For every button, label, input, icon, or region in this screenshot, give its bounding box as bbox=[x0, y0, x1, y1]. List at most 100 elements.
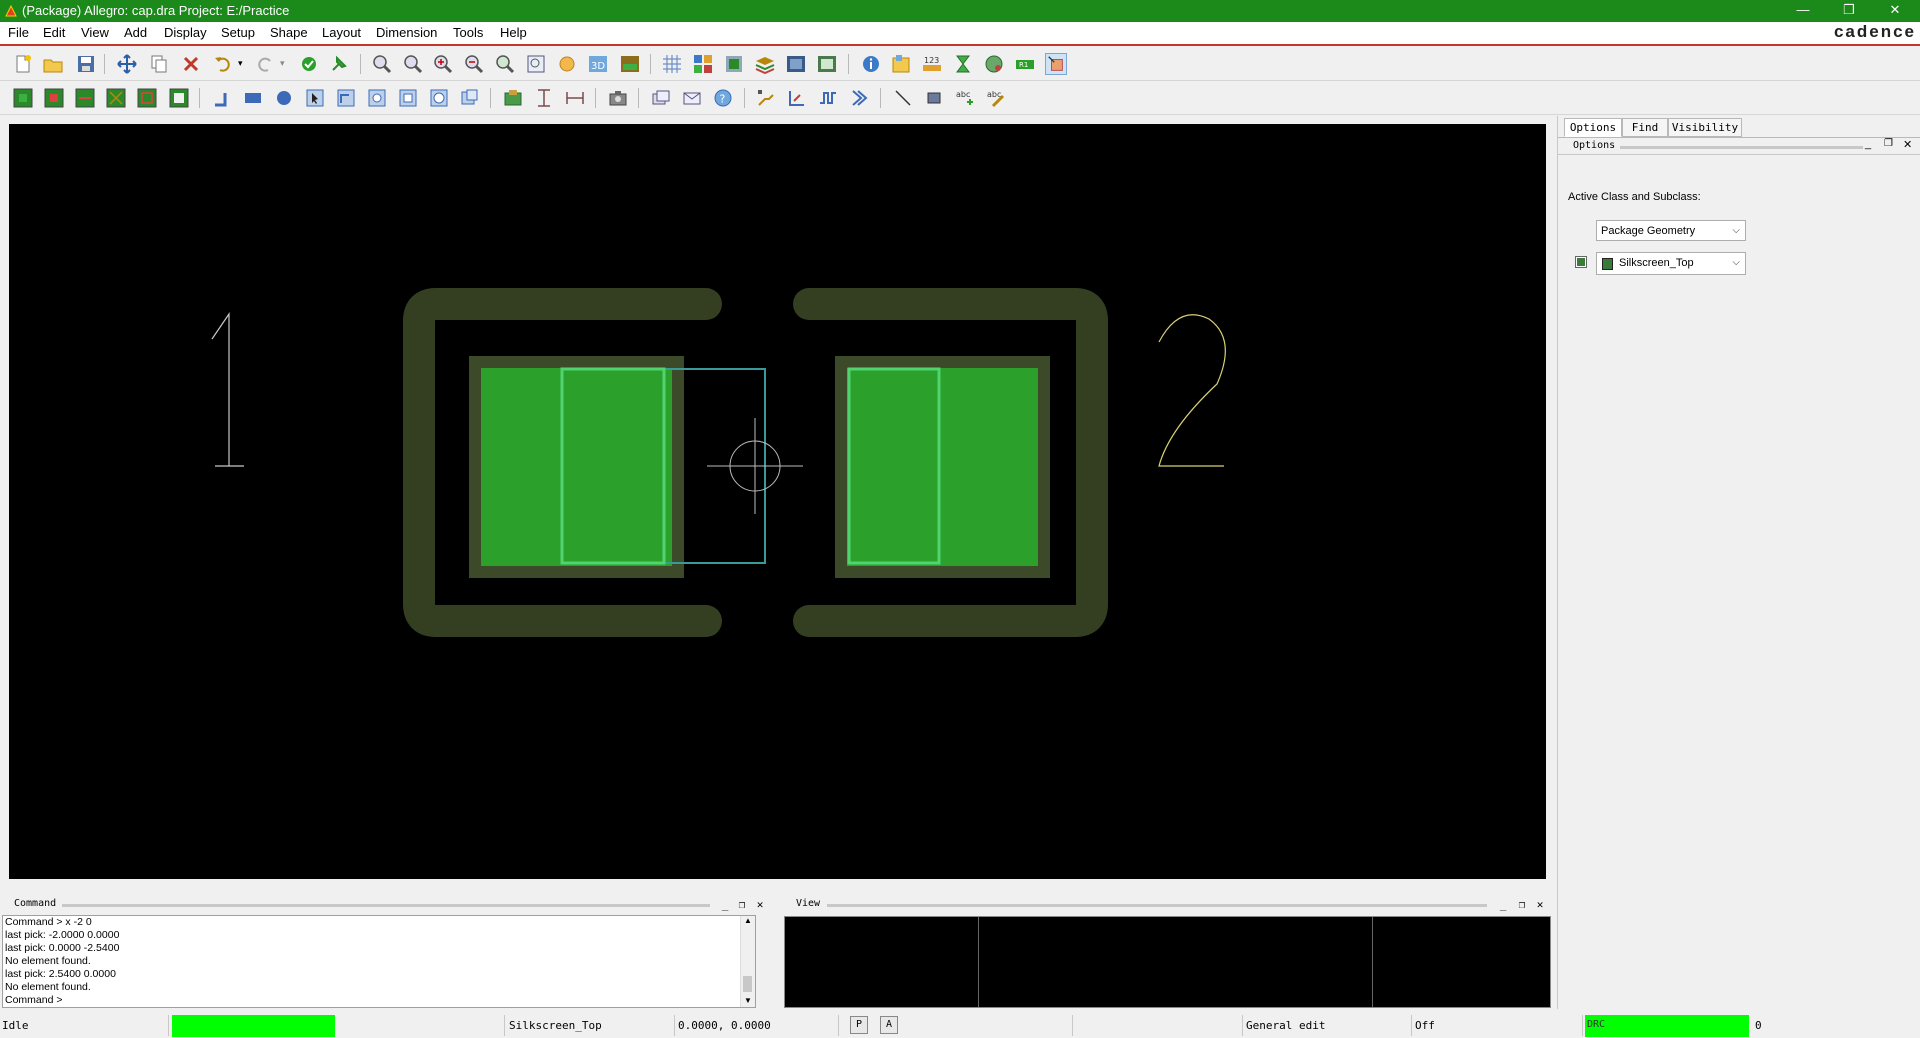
close-window-button[interactable]: ✕ bbox=[1872, 0, 1918, 22]
view-float-icon[interactable]: ❐ bbox=[1516, 898, 1528, 911]
panel-close-icon[interactable]: ✕ bbox=[1903, 138, 1912, 151]
zoom-out-icon[interactable] bbox=[463, 53, 485, 75]
redo-dropdown-icon[interactable]: ▾ bbox=[280, 58, 285, 69]
menu-setup[interactable]: Setup bbox=[221, 25, 255, 40]
design-canvas[interactable] bbox=[9, 124, 1546, 879]
package-icon[interactable] bbox=[105, 87, 127, 109]
board-icon[interactable] bbox=[785, 53, 807, 75]
add-rectangle-icon[interactable] bbox=[242, 87, 264, 109]
panel-minimize-icon[interactable]: _ bbox=[1865, 138, 1871, 150]
dfa-icon[interactable] bbox=[74, 87, 96, 109]
windows-icon[interactable] bbox=[650, 87, 672, 109]
dimension-vertical-icon[interactable] bbox=[533, 87, 555, 109]
zoom-in-icon[interactable] bbox=[432, 53, 454, 75]
copy-icon[interactable] bbox=[148, 53, 170, 75]
void-circle-icon[interactable] bbox=[428, 87, 450, 109]
pad-2[interactable] bbox=[847, 368, 1038, 566]
menu-add[interactable]: Add bbox=[124, 25, 147, 40]
flip-icon[interactable] bbox=[619, 53, 641, 75]
move-icon[interactable] bbox=[116, 53, 138, 75]
void-rect-icon[interactable] bbox=[397, 87, 419, 109]
subclass-color-swatch[interactable] bbox=[1575, 256, 1587, 268]
minimize-button[interactable]: — bbox=[1780, 0, 1826, 22]
undo-icon[interactable] bbox=[212, 53, 234, 75]
void-icon[interactable] bbox=[366, 87, 388, 109]
redraw-icon[interactable] bbox=[556, 53, 578, 75]
add-connect-icon[interactable] bbox=[755, 87, 777, 109]
menu-file[interactable]: File bbox=[8, 25, 29, 40]
mechanical-icon[interactable] bbox=[136, 87, 158, 109]
open-folder-icon[interactable] bbox=[42, 53, 64, 75]
measure-icon[interactable]: 123 bbox=[921, 53, 943, 75]
view-minimize-icon[interactable]: _ bbox=[1497, 898, 1509, 911]
subclass-select[interactable]: Silkscreen_Top ⌵ bbox=[1596, 252, 1746, 275]
dimension-horizontal-icon[interactable] bbox=[564, 87, 586, 109]
grid-icon[interactable] bbox=[661, 53, 683, 75]
menu-edit[interactable]: Edit bbox=[43, 25, 65, 40]
undo-dropdown-icon[interactable]: ▾ bbox=[238, 58, 243, 69]
add-line-icon[interactable] bbox=[211, 87, 233, 109]
save-icon[interactable] bbox=[75, 53, 97, 75]
shape-edit-icon[interactable] bbox=[335, 87, 357, 109]
class-select[interactable]: Package Geometry ⌵ bbox=[1596, 220, 1746, 241]
pad-1[interactable] bbox=[481, 368, 672, 566]
menu-view[interactable]: View bbox=[81, 25, 109, 40]
color-icon[interactable] bbox=[692, 53, 714, 75]
menu-dimension[interactable]: Dimension bbox=[376, 25, 437, 40]
all-layers-icon[interactable] bbox=[168, 87, 190, 109]
panel-float-icon[interactable]: ❐ bbox=[1884, 138, 1893, 149]
shadow-icon[interactable] bbox=[723, 53, 745, 75]
camera-icon[interactable] bbox=[607, 87, 629, 109]
add-text-icon[interactable]: abc bbox=[954, 87, 976, 109]
redo-icon[interactable] bbox=[254, 53, 276, 75]
absolute-mode-button[interactable]: A bbox=[880, 1016, 898, 1034]
symbol-edit-icon[interactable] bbox=[1045, 53, 1067, 75]
3d-view-icon[interactable]: 3D bbox=[587, 53, 609, 75]
tab-visibility[interactable]: Visibility bbox=[1668, 118, 1742, 137]
slide-icon[interactable] bbox=[786, 87, 808, 109]
layers-icon[interactable] bbox=[754, 53, 776, 75]
scroll-down-icon[interactable]: ▼ bbox=[744, 996, 752, 1005]
scroll-thumb[interactable] bbox=[743, 976, 752, 992]
select-shape-icon[interactable] bbox=[304, 87, 326, 109]
command-close-icon[interactable]: ✕ bbox=[754, 898, 766, 911]
zoom-world-icon[interactable] bbox=[525, 53, 547, 75]
edit-text-icon[interactable]: abc bbox=[985, 87, 1007, 109]
command-float-icon[interactable]: ❐ bbox=[736, 898, 748, 911]
delay-tune-icon[interactable] bbox=[817, 87, 839, 109]
route-icon[interactable] bbox=[848, 87, 870, 109]
rect-tool-icon[interactable] bbox=[923, 87, 945, 109]
zoom-previous-icon[interactable] bbox=[494, 53, 516, 75]
tab-find[interactable]: Find bbox=[1622, 118, 1668, 137]
properties-icon[interactable] bbox=[890, 53, 912, 75]
add-circle-icon[interactable] bbox=[273, 87, 295, 109]
zoom-fit-icon[interactable] bbox=[402, 53, 424, 75]
new-file-icon[interactable] bbox=[12, 53, 34, 75]
menu-shape[interactable]: Shape bbox=[270, 25, 308, 40]
world-view-minimap[interactable] bbox=[784, 916, 1551, 1008]
maximize-button[interactable]: ❐ bbox=[1826, 0, 1872, 22]
screen-icon[interactable] bbox=[816, 53, 838, 75]
ratsnest-icon[interactable]: R1 bbox=[1014, 53, 1036, 75]
command-minimize-icon[interactable]: _ bbox=[719, 898, 731, 911]
pick-mode-button[interactable]: P bbox=[850, 1016, 868, 1034]
etch-top-icon[interactable] bbox=[12, 87, 34, 109]
delete-icon[interactable] bbox=[180, 53, 202, 75]
info-icon[interactable] bbox=[860, 53, 882, 75]
globe-icon[interactable] bbox=[983, 53, 1005, 75]
menu-tools[interactable]: Tools bbox=[453, 25, 483, 40]
pin-icon[interactable] bbox=[328, 53, 350, 75]
menu-layout[interactable]: Layout bbox=[322, 25, 361, 40]
help-icon[interactable]: ? bbox=[712, 87, 734, 109]
menu-display[interactable]: Display bbox=[164, 25, 207, 40]
line-tool-icon[interactable] bbox=[892, 87, 914, 109]
view-close-icon[interactable]: ✕ bbox=[1534, 898, 1546, 911]
fix-icon[interactable] bbox=[298, 53, 320, 75]
place-icon[interactable] bbox=[502, 87, 524, 109]
command-prompt[interactable]: Command > bbox=[3, 994, 755, 1007]
zoom-points-icon[interactable] bbox=[371, 53, 393, 75]
menu-help[interactable]: Help bbox=[500, 25, 527, 40]
command-console[interactable]: Command > x -2 0 last pick: -2.0000 0.00… bbox=[2, 915, 756, 1008]
drc-indicator[interactable]: DRC bbox=[1585, 1015, 1749, 1037]
hourglass-icon[interactable] bbox=[952, 53, 974, 75]
